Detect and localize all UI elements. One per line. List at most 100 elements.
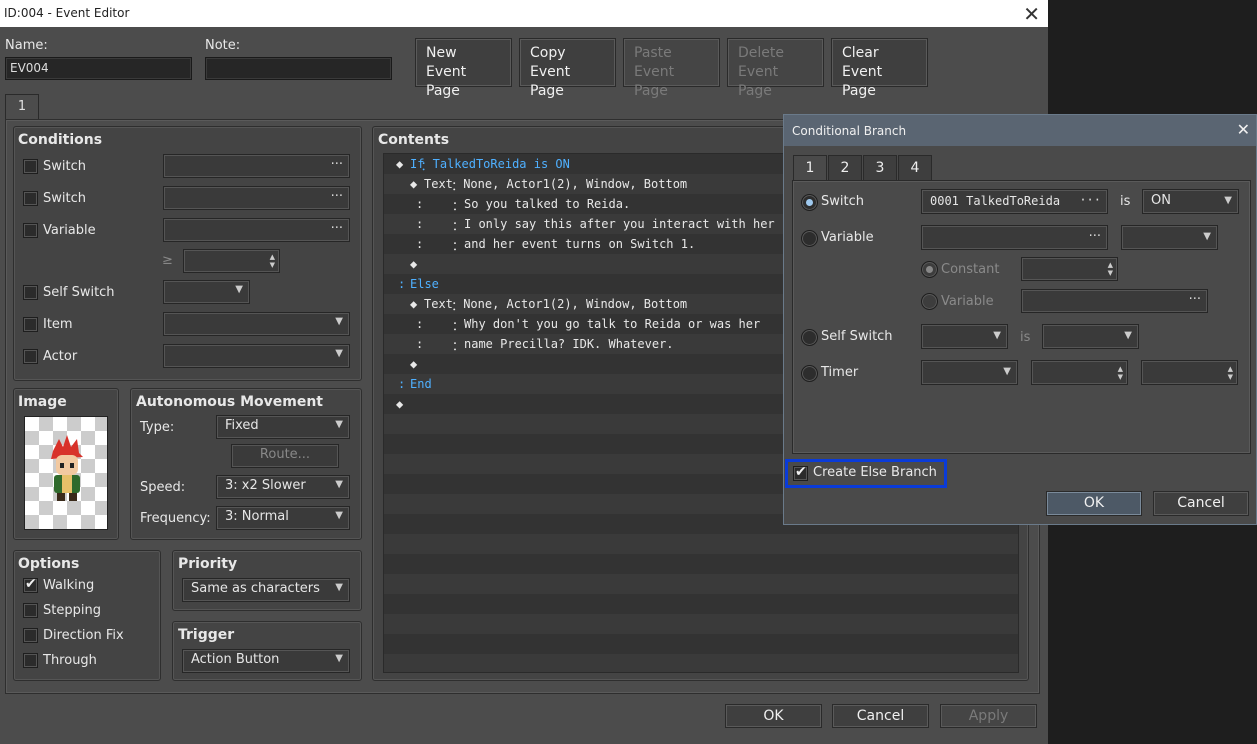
command-row[interactable] <box>384 634 1018 654</box>
page-tab-1[interactable]: 1 <box>5 94 39 120</box>
paste-event-page-button[interactable]: Paste Event Page <box>623 38 720 99</box>
ok-button[interactable]: OK <box>725 704 822 728</box>
dialog-close-icon[interactable]: ✕ <box>1237 120 1250 139</box>
name-field[interactable]: EV004 <box>5 57 192 80</box>
command-row[interactable] <box>384 554 1018 574</box>
switch1-checkbox[interactable] <box>23 159 38 174</box>
is-label: is <box>1120 194 1131 209</box>
close-icon[interactable]: ✕ <box>1023 2 1040 26</box>
apply-button[interactable]: Apply <box>940 704 1037 728</box>
spinner-arrows-icon[interactable]: ▲ ▼ <box>1108 261 1113 277</box>
button-line: Delete <box>738 45 784 61</box>
priority-select[interactable]: Same as characters ▼ <box>182 578 350 602</box>
switch-state-select[interactable]: ON ▼ <box>1142 189 1239 214</box>
frequency-select[interactable]: 3: Normal ▼ <box>216 506 350 530</box>
type-select[interactable]: Fixed ▼ <box>216 415 350 439</box>
dialog-switch-select[interactable]: 0001 TalkedToReida ··· <box>921 189 1108 214</box>
timer-operator-select[interactable]: ▼ <box>921 360 1018 385</box>
variable-operand-select[interactable]: ··· <box>1021 289 1208 313</box>
ellipsis-icon: ··· <box>1088 229 1101 244</box>
timer-seconds-spinner[interactable]: ▲ ▼ <box>1141 360 1238 385</box>
self-switch-state-select[interactable]: ▼ <box>1042 324 1139 349</box>
continuation-marker: : <box>416 217 424 231</box>
self-switch-radio[interactable] <box>801 329 818 346</box>
timer-minutes-spinner[interactable]: ▲ ▼ <box>1031 360 1128 385</box>
variable-radio[interactable] <box>801 230 818 247</box>
switch-radio[interactable] <box>801 194 818 211</box>
constant-spinner[interactable]: ▲ ▼ <box>1021 257 1118 281</box>
spinner-arrows-icon[interactable]: ▲ ▼ <box>1118 365 1123 381</box>
type-label: Type: <box>140 420 175 435</box>
command-text: Why don't you go talk to Reida or was he… <box>464 317 761 331</box>
variable-value-spinner[interactable]: ▲ ▼ <box>183 249 280 273</box>
variable-checkbox[interactable] <box>23 223 38 238</box>
trigger-select[interactable]: Action Button ▼ <box>182 649 350 673</box>
name-label: Name: <box>5 38 48 53</box>
walking-checkbox[interactable]: ✔ <box>23 576 38 593</box>
dialog-tab-3[interactable]: 3 <box>863 155 897 181</box>
note-field[interactable] <box>205 57 392 80</box>
variable-select[interactable]: ··· <box>163 218 350 242</box>
through-checkbox[interactable] <box>23 653 38 668</box>
chevron-down-icon: ▼ <box>335 479 343 490</box>
dialog-self-switch-select[interactable]: ▼ <box>921 324 1008 349</box>
new-event-page-button[interactable]: New Event Page <box>415 38 512 99</box>
actor-select[interactable]: ▼ <box>163 344 350 368</box>
command-text: TalkedToReida is ON <box>432 157 570 171</box>
constant-radio[interactable] <box>921 261 938 278</box>
command-row[interactable] <box>384 534 1018 554</box>
command-row[interactable] <box>384 574 1018 594</box>
timer-radio[interactable] <box>801 365 818 382</box>
button-line: Event Page <box>426 64 467 99</box>
stepping-checkbox[interactable] <box>23 603 38 618</box>
ellipsis-icon: ··· <box>330 157 343 172</box>
dialog-cancel-button[interactable]: Cancel <box>1153 491 1249 516</box>
variable-operand-radio[interactable] <box>921 293 938 310</box>
command-text: None, Actor1(2), Window, Bottom <box>463 177 688 191</box>
button-line: Event Page <box>530 64 571 99</box>
spinner-arrows-icon[interactable]: ▲ ▼ <box>270 253 275 269</box>
actor-checkbox[interactable] <box>23 349 38 364</box>
variable-operator-select[interactable]: ▼ <box>1121 225 1218 250</box>
clear-event-page-button[interactable]: Clear Event Page <box>831 38 928 99</box>
switch2-checkbox[interactable] <box>23 191 38 206</box>
command-separator: ： <box>452 319 465 333</box>
stepping-label: Stepping <box>43 603 101 618</box>
variable-operand-label: Variable <box>941 294 994 309</box>
dialog-tab-1[interactable]: 1 <box>793 155 827 181</box>
speed-select[interactable]: 3: x2 Slower ▼ <box>216 475 350 499</box>
direction-fix-checkbox[interactable] <box>23 628 38 643</box>
speed-label: Speed: <box>140 480 186 495</box>
route-button[interactable]: Route... <box>231 444 339 468</box>
switch1-select[interactable]: ··· <box>163 154 350 178</box>
command-text: None, Actor1(2), Window, Bottom <box>463 297 688 311</box>
item-checkbox[interactable] <box>23 317 38 332</box>
item-select[interactable]: ▼ <box>163 312 350 336</box>
delete-event-page-button[interactable]: Delete Event Page <box>727 38 824 99</box>
continuation-marker: : <box>416 197 424 211</box>
dialog-variable-select[interactable]: ··· <box>921 225 1108 250</box>
command-row[interactable] <box>384 654 1018 672</box>
command-keyword: Text <box>424 297 453 311</box>
self-switch-checkbox[interactable] <box>23 285 38 300</box>
copy-event-page-button[interactable]: Copy Event Page <box>519 38 616 99</box>
character-image[interactable] <box>24 416 108 530</box>
diamond-icon: ◆ <box>410 357 418 371</box>
dialog-tab-4[interactable]: 4 <box>898 155 932 181</box>
actor-label: Actor <box>43 349 78 364</box>
self-switch-select[interactable]: ▼ <box>163 280 250 304</box>
dialog-switch-value: 0001 TalkedToReida <box>930 194 1061 208</box>
create-else-branch-checkbox[interactable]: ✔ <box>793 464 808 481</box>
dialog-tab-2[interactable]: 2 <box>828 155 862 181</box>
dialog-ok-button[interactable]: OK <box>1046 491 1142 516</box>
command-row[interactable] <box>384 614 1018 634</box>
timer-radio-label: Timer <box>821 365 859 380</box>
command-text: So you talked to Reida. <box>464 197 631 211</box>
switch2-select[interactable]: ··· <box>163 186 350 210</box>
command-row[interactable] <box>384 594 1018 614</box>
button-line: Event Page <box>738 64 779 99</box>
cancel-button[interactable]: Cancel <box>832 704 929 728</box>
command-text: I only say this after you interact with … <box>464 217 775 231</box>
command-keyword: End <box>410 377 432 391</box>
spinner-arrows-icon[interactable]: ▲ ▼ <box>1228 365 1233 381</box>
